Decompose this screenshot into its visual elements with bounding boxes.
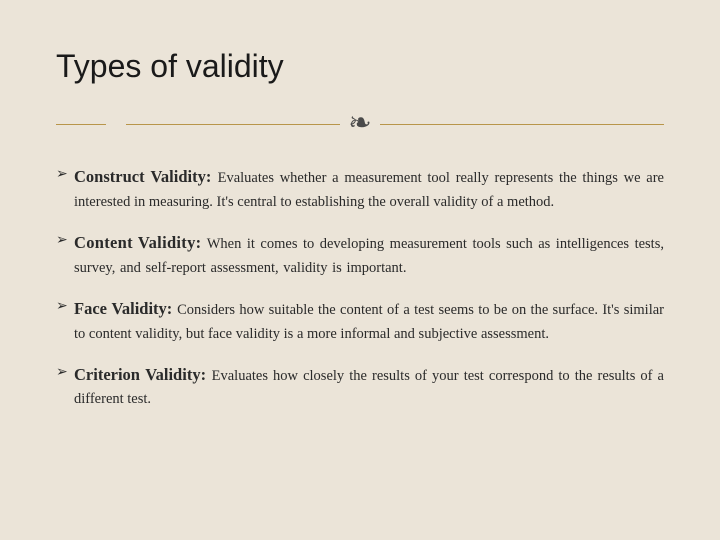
list-item: Face Validity: Considers how suitable th… — [56, 295, 664, 347]
list-item: Criterion Validity: Evaluates how closel… — [56, 361, 664, 413]
item-term: Face Validity: — [74, 299, 177, 318]
list-item: Construct Validity: Evaluates whether a … — [56, 163, 664, 215]
page-title: Types of validity — [56, 48, 664, 85]
list-item: Content Validity: When it comes to devel… — [56, 229, 664, 281]
item-term: Construct Validity: — [74, 167, 218, 186]
divider-gap — [106, 109, 126, 139]
flourish-icon: ❧ — [340, 110, 379, 138]
item-term: Criterion Validity: — [74, 365, 212, 384]
slide: Types of validity ❧ Construct Validity: … — [0, 0, 720, 466]
validity-list: Construct Validity: Evaluates whether a … — [56, 163, 664, 412]
item-term: Content Validity: — [74, 233, 207, 252]
title-divider: ❧ — [56, 109, 664, 139]
